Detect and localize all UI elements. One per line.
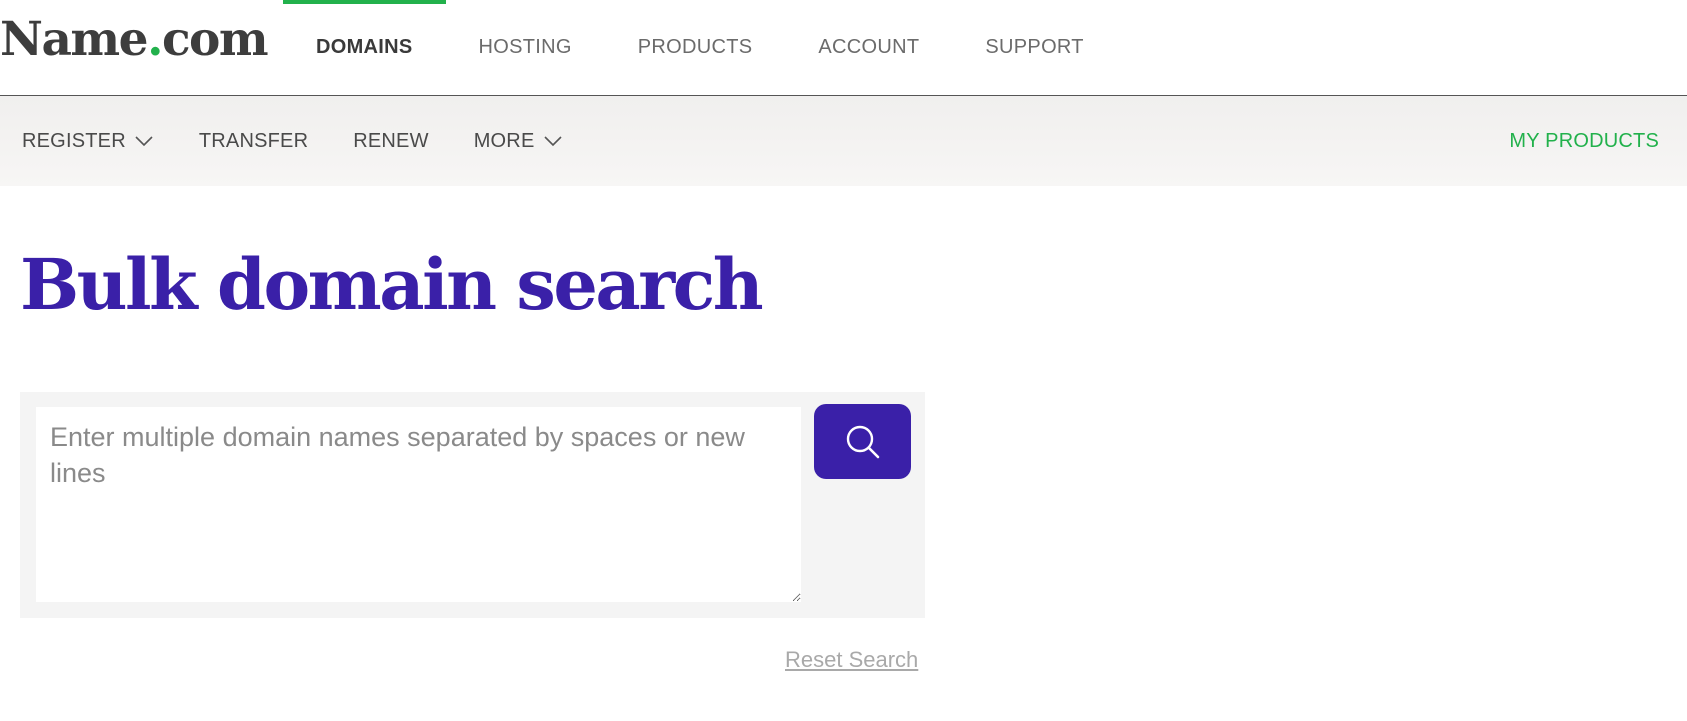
logo-dot: . [147, 12, 163, 67]
subnav-item-transfer[interactable]: TRANSFER [199, 130, 308, 153]
domains-subnav: REGISTER TRANSFER RENEW MORE [22, 96, 563, 186]
chevron-down-icon [543, 136, 562, 147]
nav-item-account[interactable]: ACCOUNT [785, 0, 952, 95]
nav-item-products[interactable]: PRODUCTS [605, 0, 786, 95]
page-title: Bulk domain search [20, 243, 764, 326]
search-icon [846, 425, 879, 458]
nav-item-hosting[interactable]: HOSTING [446, 0, 605, 95]
logo-text-com: com [161, 12, 269, 67]
subnav-item-more[interactable]: MORE [474, 130, 563, 153]
logo-text-name: Name [0, 12, 149, 67]
top-header: Name.com DOMAINS HOSTING PRODUCTS ACCOUN… [0, 0, 1687, 96]
my-products-link[interactable]: MY PRODUCTS [1509, 96, 1659, 186]
bulk-search-panel [20, 392, 925, 618]
primary-nav: DOMAINS HOSTING PRODUCTS ACCOUNT SUPPORT [283, 0, 1117, 95]
subnav-label-transfer: TRANSFER [198, 129, 309, 152]
reset-search-link[interactable]: Reset Search [785, 647, 918, 673]
subnav-label-more: MORE [473, 129, 535, 152]
domains-subnav-bar: REGISTER TRANSFER RENEW MORE MY PRODUCTS [0, 96, 1687, 186]
chevron-down-icon [135, 136, 153, 147]
subnav-label-renew: RENEW [353, 129, 429, 152]
search-button[interactable] [814, 404, 911, 479]
subnav-item-renew[interactable]: RENEW [353, 130, 428, 153]
nav-item-support[interactable]: SUPPORT [952, 0, 1116, 95]
nav-item-domains[interactable]: DOMAINS [283, 0, 446, 95]
bulk-domain-search-input[interactable] [36, 407, 801, 602]
subnav-label-register: REGISTER [22, 129, 126, 152]
name-com-logo[interactable]: Name.com [0, 16, 269, 63]
subnav-item-register[interactable]: REGISTER [22, 130, 154, 153]
